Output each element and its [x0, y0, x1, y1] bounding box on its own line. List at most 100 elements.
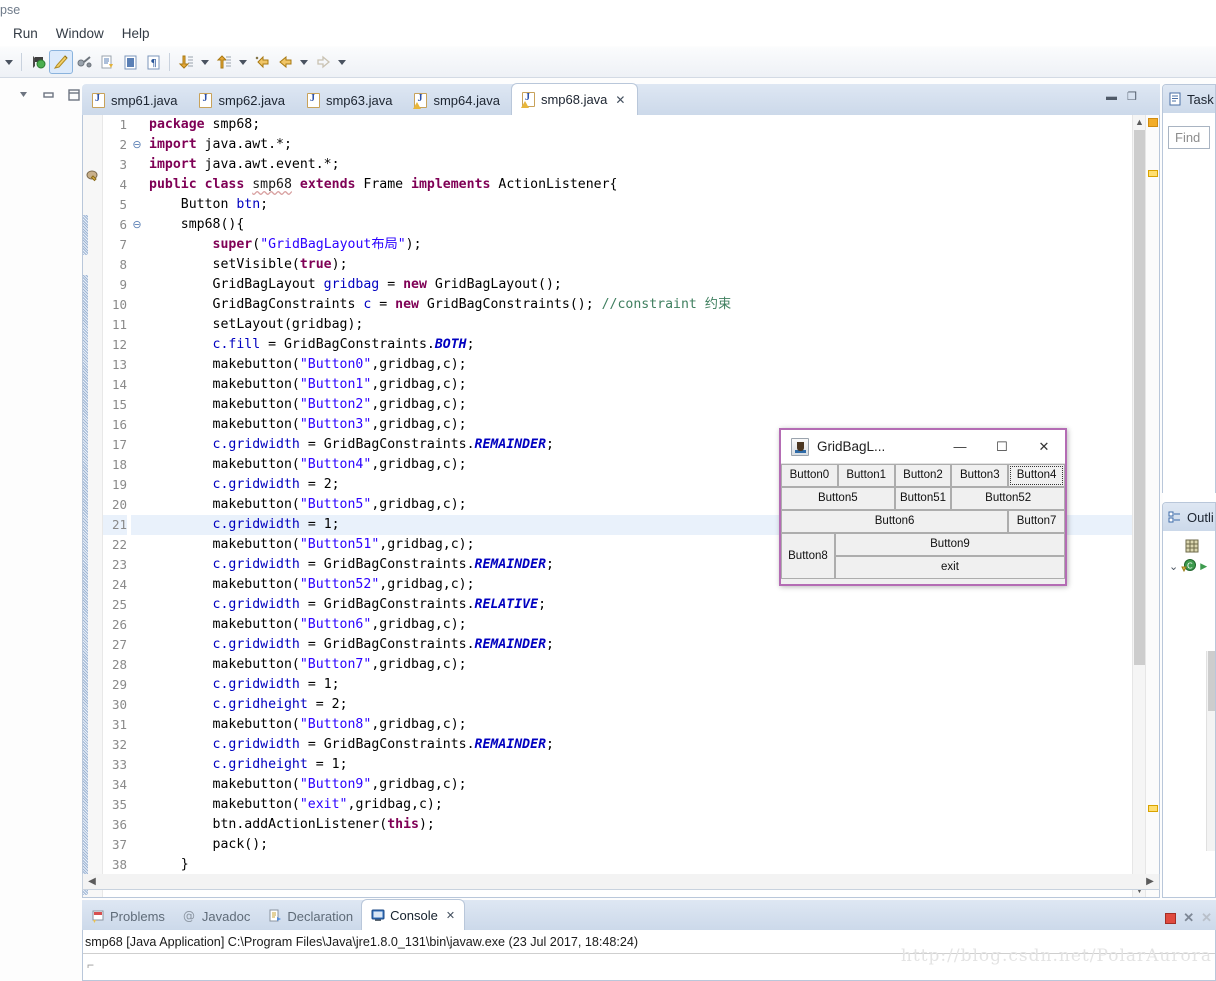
task-view-header[interactable]: Task: [1163, 85, 1215, 113]
show-whitespace-icon[interactable]: ¶: [142, 51, 164, 73]
code-line[interactable]: makebutton("Button2",gridbag,c);: [143, 395, 1132, 415]
editor-tab-close-icon[interactable]: ✕: [615, 93, 625, 107]
outline-entry-package[interactable]: [1163, 531, 1215, 553]
code-line[interactable]: makebutton("Button7",gridbag,c);: [143, 655, 1132, 675]
awt-button-button51[interactable]: Button51: [894, 487, 952, 510]
remove-launch-button[interactable]: ✕: [1183, 910, 1194, 926]
editor-minimize-icon[interactable]: ▬: [1106, 91, 1117, 103]
awt-button-button1[interactable]: Button1: [837, 464, 895, 487]
editor-overview-ruler[interactable]: [1145, 115, 1159, 897]
previous-annotation-icon[interactable]: [213, 51, 235, 73]
code-line[interactable]: public class smp68 extends Frame impleme…: [143, 175, 1132, 195]
previous-annotation-caret-icon[interactable]: [236, 51, 250, 73]
console-tab-close-icon[interactable]: ✕: [446, 909, 455, 922]
maximize-view-icon[interactable]: [66, 87, 80, 101]
code-line[interactable]: setVisible(true);: [143, 255, 1132, 275]
editor-tab-smp62-java[interactable]: smp62.java: [189, 86, 296, 115]
annotation-gutter[interactable]: [83, 115, 103, 897]
restore-view-icon[interactable]: [41, 87, 55, 101]
awt-button-exit[interactable]: exit: [834, 556, 1065, 579]
awt-close-button[interactable]: ✕: [1023, 430, 1065, 464]
awt-button-button7[interactable]: Button7: [1008, 510, 1065, 533]
chevron-down-icon[interactable]: ⌄: [1169, 560, 1178, 573]
code-line[interactable]: setLayout(gridbag);: [143, 315, 1132, 335]
awt-button-button5[interactable]: Button5: [781, 487, 895, 510]
code-line[interactable]: makebutton("exit",gridbag,c);: [143, 795, 1132, 815]
code-line[interactable]: smp68(){: [143, 215, 1132, 235]
outline-scrollbar-thumb[interactable]: [1208, 651, 1215, 711]
editor-vertical-scrollbar[interactable]: ▲ ▼: [1132, 115, 1145, 897]
awt-minimize-button[interactable]: —: [939, 430, 981, 464]
code-line[interactable]: pack();: [143, 835, 1132, 855]
editor-tab-smp63-java[interactable]: smp63.java: [297, 86, 404, 115]
external-tools-icon[interactable]: [73, 51, 95, 73]
scroll-right-arrow-icon[interactable]: ▶: [1143, 876, 1157, 887]
code-line[interactable]: GridBagLayout gridbag = new GridBagLayou…: [143, 275, 1132, 295]
menu-item-help[interactable]: Help: [113, 24, 159, 43]
code-line[interactable]: makebutton("Button1",gridbag,c);: [143, 375, 1132, 395]
console-output-body[interactable]: smp68 [Java Application] C:\Program File…: [82, 930, 1216, 981]
awt-title-bar[interactable]: GridBagL... — ☐ ✕: [781, 430, 1065, 464]
editor-maximize-icon[interactable]: ❐: [1127, 90, 1137, 103]
code-line[interactable]: c.gridwidth = 1;: [143, 675, 1132, 695]
awt-button-button9[interactable]: Button9: [834, 533, 1065, 556]
editor-tab-smp64-java[interactable]: smp64.java: [404, 86, 511, 115]
forward-caret-icon[interactable]: [335, 51, 349, 73]
outline-view-header[interactable]: Outli: [1163, 503, 1215, 531]
last-edit-location-icon[interactable]: [251, 51, 273, 73]
debug-run-icon[interactable]: [27, 51, 49, 73]
task-find-input[interactable]: Find: [1168, 126, 1210, 149]
gridbaglayout-app-window[interactable]: GridBagL... — ☐ ✕ Button0 Button1 Button2 B…: [779, 428, 1067, 586]
toggle-block-selection-icon[interactable]: [119, 51, 141, 73]
awt-button-button6[interactable]: Button6: [781, 510, 1009, 533]
awt-button-button3[interactable]: Button3: [951, 464, 1009, 487]
code-line[interactable]: GridBagConstraints c = new GridBagConstr…: [143, 295, 1132, 315]
code-line[interactable]: c.gridheight = 2;: [143, 695, 1132, 715]
code-line[interactable]: makebutton("Button8",gridbag,c);: [143, 715, 1132, 735]
code-line[interactable]: makebutton("Button9",gridbag,c);: [143, 775, 1132, 795]
code-line[interactable]: Button btn;: [143, 195, 1132, 215]
minimize-view-icon[interactable]: [16, 87, 30, 101]
forward-icon[interactable]: [312, 51, 334, 73]
terminate-button[interactable]: [1165, 912, 1177, 924]
fold-toggle-icon[interactable]: ⊖: [131, 215, 143, 235]
awt-button-button8[interactable]: Button8: [781, 533, 835, 579]
console-tab-declaration[interactable]: Declaration: [259, 902, 362, 930]
code-line[interactable]: super("GridBagLayout布局");: [143, 235, 1132, 255]
code-line[interactable]: btn.addActionListener(this);: [143, 815, 1132, 835]
menu-item-run[interactable]: Run: [4, 24, 47, 43]
back-icon[interactable]: [274, 51, 296, 73]
menu-item-window[interactable]: Window: [47, 24, 113, 43]
code-line[interactable]: c.gridwidth = GridBagConstraints.RELATIV…: [143, 595, 1132, 615]
folding-gutter[interactable]: ⊖ ⊖: [131, 115, 143, 897]
code-line[interactable]: package smp68;: [143, 115, 1132, 135]
back-caret-icon[interactable]: [297, 51, 311, 73]
next-annotation-icon[interactable]: [175, 51, 197, 73]
scroll-left-arrow-icon[interactable]: ◀: [85, 876, 99, 887]
dropdown-caret-icon[interactable]: [2, 51, 16, 73]
awt-maximize-button[interactable]: ☐: [981, 430, 1023, 464]
fold-toggle-icon[interactable]: ⊖: [131, 135, 143, 155]
editor-tab-smp68-java[interactable]: smp68.java ✕: [511, 84, 638, 115]
code-line[interactable]: makebutton("Button6",gridbag,c);: [143, 615, 1132, 635]
code-line[interactable]: }: [143, 855, 1132, 875]
code-line[interactable]: c.gridwidth = GridBagConstraints.REMAIND…: [143, 735, 1132, 755]
code-line[interactable]: c.gridwidth = GridBagConstraints.REMAIND…: [143, 635, 1132, 655]
awt-button-button2[interactable]: Button2: [894, 464, 952, 487]
new-java-class-icon[interactable]: [96, 51, 118, 73]
code-line[interactable]: c.fill = GridBagConstraints.BOTH;: [143, 335, 1132, 355]
remove-all-terminated-button[interactable]: ✕: [1201, 910, 1212, 926]
outline-entry-class[interactable]: ⌄ C ▶: [1163, 553, 1215, 574]
outline-scrollbar[interactable]: [1206, 651, 1215, 851]
outline-expand-arrow-icon[interactable]: ▶: [1200, 561, 1207, 572]
code-line[interactable]: c.gridheight = 1;: [143, 755, 1132, 775]
editor-horizontal-scrollbar[interactable]: ◀ ▶: [82, 874, 1160, 890]
coverage-icon[interactable]: [49, 50, 73, 74]
editor-tab-smp61-java[interactable]: smp61.java: [82, 86, 189, 115]
code-line[interactable]: import java.awt.event.*;: [143, 155, 1132, 175]
code-line[interactable]: import java.awt.*;: [143, 135, 1132, 155]
awt-button-button0[interactable]: Button0: [781, 464, 838, 487]
awt-button-button4[interactable]: Button4: [1008, 464, 1065, 487]
console-tab-console[interactable]: Console ✕: [362, 900, 465, 930]
code-line[interactable]: makebutton("Button0",gridbag,c);: [143, 355, 1132, 375]
